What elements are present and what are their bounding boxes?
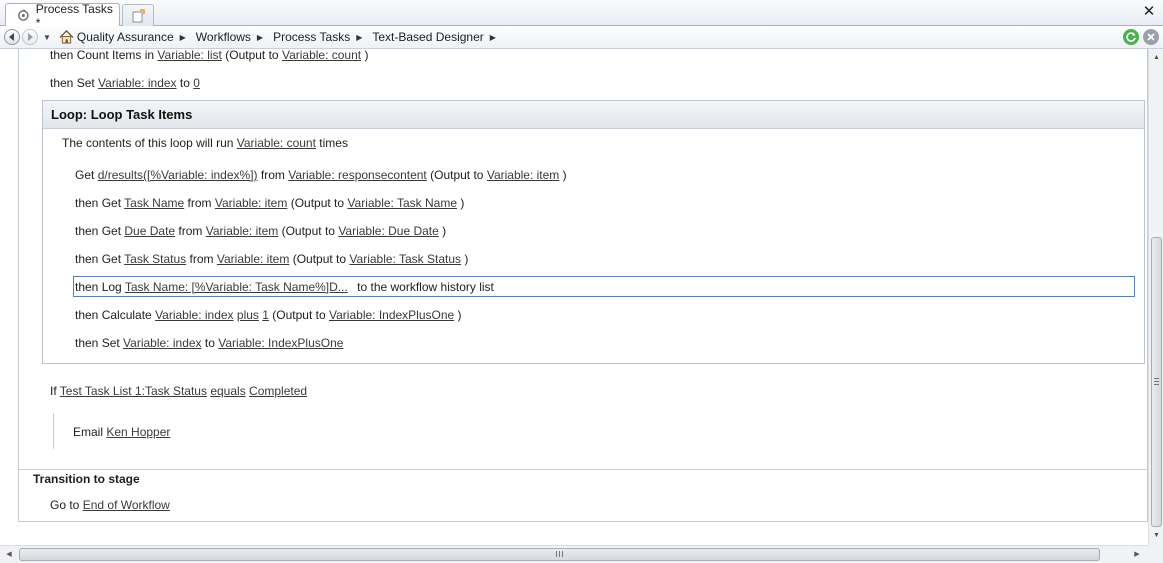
vertical-scroll-thumb[interactable] <box>1151 237 1162 527</box>
if-branch-bar <box>53 413 54 449</box>
breadcrumb-bar: ▼ Quality Assurance ▶ Workflows ▶ Proces… <box>0 26 1163 49</box>
if-condition: If Test Task List 1:Task Status equals C… <box>50 384 308 398</box>
condition-operator-token[interactable]: equals <box>210 384 245 398</box>
refresh-icon <box>1126 32 1136 42</box>
scroll-down-icon[interactable]: ▼ <box>1149 529 1163 543</box>
get-task-name-step: then Get Task Name from Variable: item (… <box>75 196 465 210</box>
goto-target-token[interactable]: End of Workflow <box>83 498 170 512</box>
scroll-up-icon[interactable]: ▲ <box>1149 51 1163 65</box>
get-task-status-output-token[interactable]: Variable: Task Status <box>349 252 461 266</box>
grip-icon <box>556 551 563 557</box>
loop-count-token[interactable]: Variable: count <box>237 136 316 150</box>
get-task-name-source-token[interactable]: Variable: item <box>215 196 287 210</box>
loop-block: Loop: Loop Task Items The contents of th… <box>42 100 1145 364</box>
breadcrumb-separator-icon[interactable]: ▶ <box>356 33 362 42</box>
breadcrumb-separator-icon[interactable]: ▶ <box>180 33 186 42</box>
breadcrumb-item-process-tasks[interactable]: Process Tasks <box>269 30 354 44</box>
close-tab-button[interactable]: ✕ <box>1141 4 1157 20</box>
horizontal-scrollbar[interactable]: ◀ ▶ <box>0 545 1148 563</box>
goto-step: Go to End of Workflow <box>50 498 170 512</box>
count-items-step: then Count Items in Variable: list (Outp… <box>50 49 369 62</box>
breadcrumb-separator-icon[interactable]: ▶ <box>490 33 496 42</box>
email-recipient-token[interactable]: Ken Hopper <box>106 425 170 439</box>
scrollbar-corner <box>1148 545 1163 563</box>
designer-canvas: then Count Items in Variable: list (Outp… <box>0 49 1148 545</box>
get-item-step: Get d/results([%Variable: index%]) from … <box>75 168 567 182</box>
loop-description: The contents of this loop will run Varia… <box>62 136 348 150</box>
set-var-token[interactable]: Variable: index <box>123 336 202 350</box>
scroll-right-icon[interactable]: ▶ <box>1130 547 1144 563</box>
set-index-step: then Set Variable: index to 0 <box>50 76 200 90</box>
get-task-name-field-token[interactable]: Task Name <box>124 196 184 210</box>
get-item-source-token[interactable]: Variable: responsecontent <box>288 168 427 182</box>
breadcrumb-separator-icon[interactable]: ▶ <box>257 33 263 42</box>
get-due-date-output-token[interactable]: Variable: Due Date <box>338 224 439 238</box>
get-item-path-token[interactable]: d/results([%Variable: index%]) <box>98 168 258 182</box>
get-task-status-step: then Get Task Status from Variable: item… <box>75 252 469 266</box>
horizontal-scroll-thumb[interactable] <box>19 548 1100 561</box>
condition-field-token[interactable]: Test Task List 1:Task Status <box>60 384 207 398</box>
condition-value-token[interactable]: Completed <box>249 384 307 398</box>
calc-var-token[interactable]: Variable: index <box>155 308 234 322</box>
back-arrow-icon <box>9 33 14 41</box>
history-dropdown-icon[interactable]: ▼ <box>43 33 51 42</box>
set-step: then Set Variable: index to Variable: In… <box>75 336 344 350</box>
forward-button[interactable] <box>22 29 38 45</box>
get-task-status-field-token[interactable]: Task Status <box>124 252 186 266</box>
transition-divider <box>19 469 1147 470</box>
calc-operator-token[interactable]: plus <box>237 308 259 322</box>
get-task-status-source-token[interactable]: Variable: item <box>217 252 289 266</box>
forward-arrow-icon <box>28 33 33 41</box>
breadcrumb-item-text-based-designer[interactable]: Text-Based Designer <box>368 30 487 44</box>
breadcrumb: Quality Assurance ▶ Workflows ▶ Process … <box>55 30 502 44</box>
new-tab-button[interactable] <box>122 4 154 26</box>
get-due-date-step: then Get Due Date from Variable: item (O… <box>75 224 447 238</box>
scroll-left-icon[interactable]: ◀ <box>2 547 16 563</box>
log-message-token[interactable]: Task Name: [%Variable: Task Name%]D... <box>125 280 348 294</box>
get-item-output-token[interactable]: Variable: item <box>487 168 559 182</box>
set-index-value-token[interactable]: 0 <box>193 76 200 90</box>
set-value-token[interactable]: Variable: IndexPlusOne <box>218 336 343 350</box>
calc-output-token[interactable]: Variable: IndexPlusOne <box>329 308 454 322</box>
close-icon: ✕ <box>1142 3 1156 20</box>
home-icon <box>59 30 74 44</box>
loop-title[interactable]: Loop: Loop Task Items <box>43 101 1144 129</box>
breadcrumb-item-quality-assurance[interactable]: Quality Assurance <box>55 30 178 44</box>
calculate-step: then Calculate Variable: index plus 1 (O… <box>75 308 462 322</box>
count-output-token[interactable]: Variable: count <box>282 49 361 62</box>
back-button[interactable] <box>4 29 20 45</box>
get-task-name-output-token[interactable]: Variable: Task Name <box>347 196 457 210</box>
stop-icon <box>1147 33 1155 41</box>
new-tab-icon <box>132 8 145 22</box>
grip-icon <box>1154 378 1159 385</box>
log-step: then Log Task Name: [%Variable: Task Nam… <box>75 280 494 294</box>
tab-strip: Process Tasks * ✕ <box>0 0 1163 30</box>
breadcrumb-item-workflows[interactable]: Workflows <box>192 30 255 44</box>
workflow-tab-icon <box>18 9 29 21</box>
vertical-scrollbar[interactable]: ▲ ▼ <box>1148 49 1163 545</box>
email-step: Email Ken Hopper <box>73 425 171 439</box>
count-list-token[interactable]: Variable: list <box>157 49 221 62</box>
tab-process-tasks[interactable]: Process Tasks * <box>5 2 120 30</box>
refresh-button[interactable] <box>1123 29 1139 45</box>
calc-value-token[interactable]: 1 <box>262 308 269 322</box>
get-due-date-source-token[interactable]: Variable: item <box>206 224 278 238</box>
set-index-var-token[interactable]: Variable: index <box>98 76 177 90</box>
get-due-date-field-token[interactable]: Due Date <box>124 224 175 238</box>
stop-button[interactable] <box>1143 29 1159 45</box>
transition-title: Transition to stage <box>33 472 140 486</box>
